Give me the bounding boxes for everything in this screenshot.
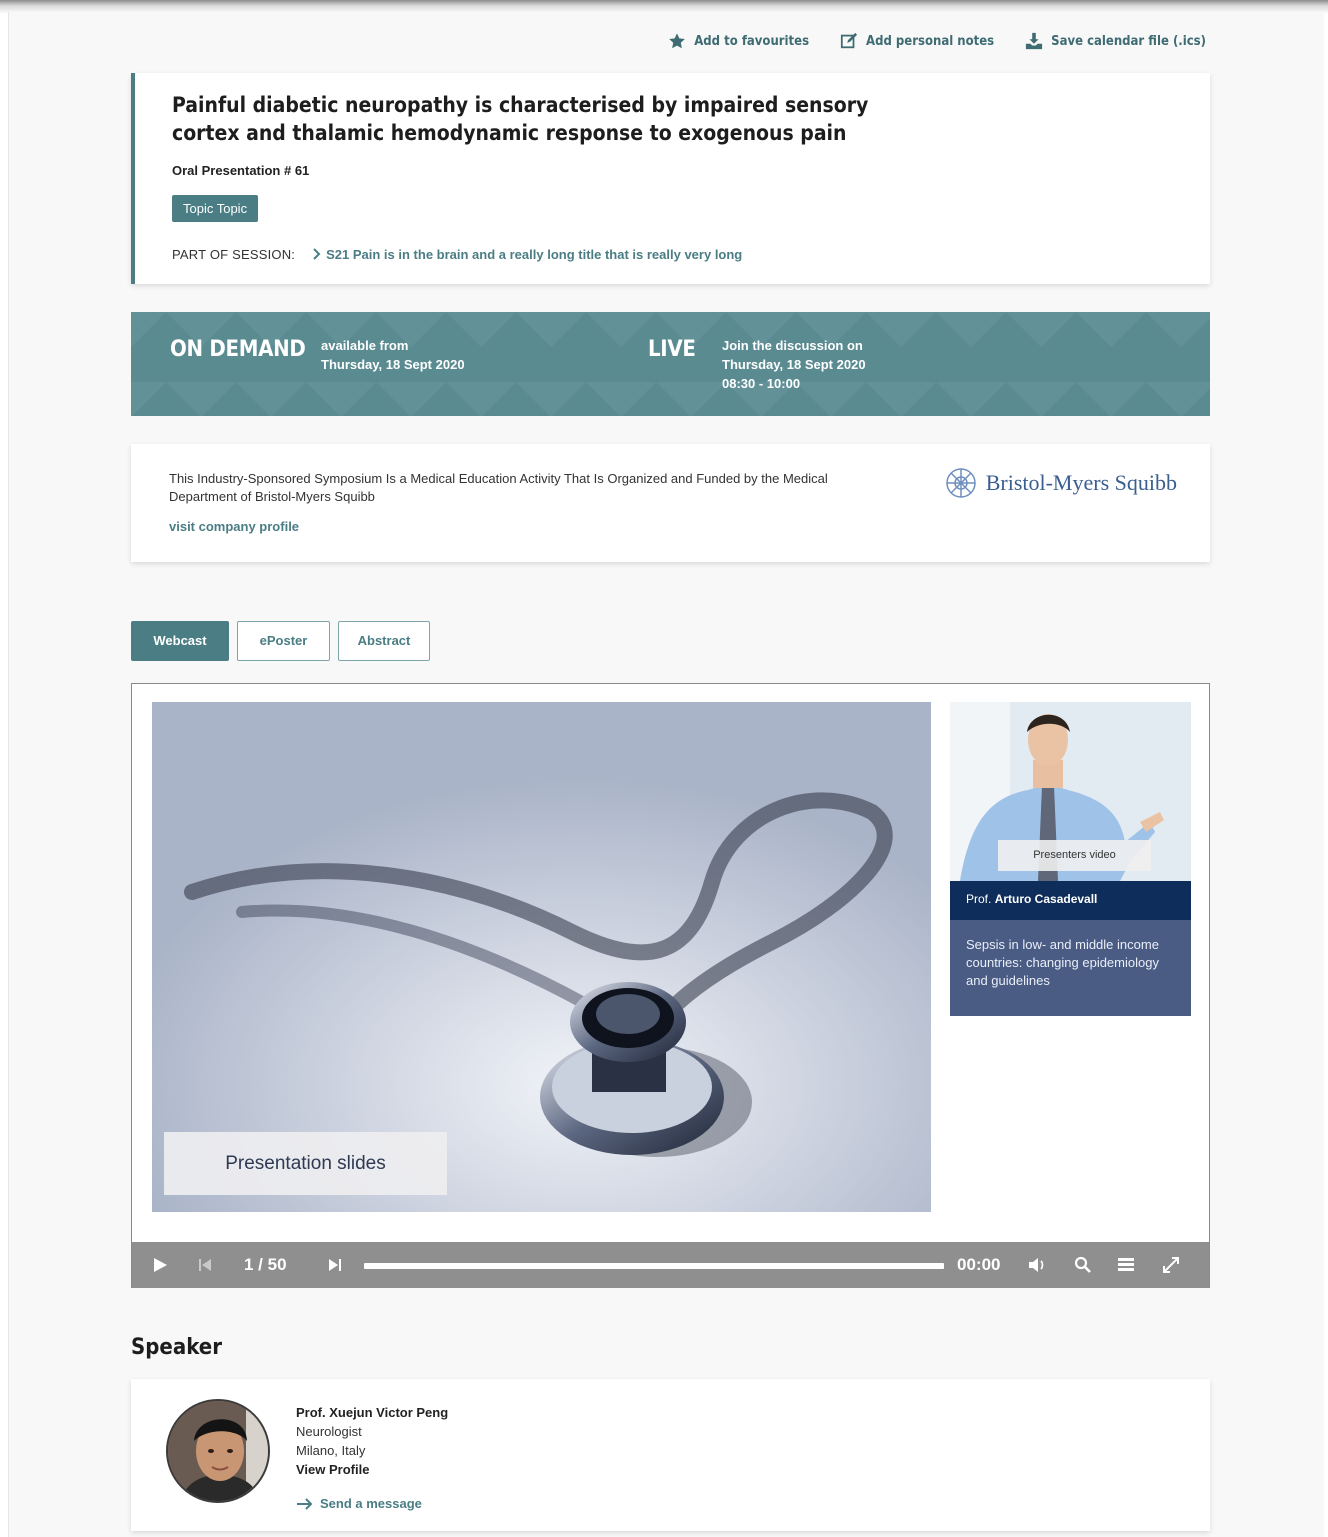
presentation-title: Painful diabetic neuropathy is character… bbox=[172, 93, 869, 145]
topic-badge[interactable]: Topic Topic bbox=[172, 195, 259, 222]
presenters-video-label: Presenters video bbox=[998, 840, 1151, 871]
view-profile-link[interactable]: View Profile bbox=[296, 1460, 448, 1479]
add-to-favourites-label: Add to favourites bbox=[694, 33, 810, 49]
tab-webcast[interactable]: Webcast bbox=[131, 621, 229, 661]
tab-abstract[interactable]: Abstract bbox=[338, 621, 430, 661]
live-time: 08:30 - 10:00 bbox=[722, 376, 801, 391]
send-message-label: Send a message bbox=[320, 1496, 422, 1511]
sponsor-logo: Bristol-Myers Squibb bbox=[944, 466, 1177, 500]
save-calendar-button[interactable]: Save calendar file (.ics) bbox=[1025, 32, 1206, 50]
search-icon[interactable] bbox=[1074, 1256, 1092, 1274]
presenter-name: Arturo Casadevall bbox=[994, 892, 1098, 906]
speaker-info: Prof. Xuejun Victor Peng Neurologist Mil… bbox=[296, 1403, 448, 1479]
presentation-slide-area[interactable]: Presentation slides bbox=[152, 702, 931, 1212]
progress-bar[interactable] bbox=[364, 1263, 944, 1269]
slide-list-icon[interactable] bbox=[1117, 1257, 1135, 1273]
session-label: PART OF SESSION: bbox=[172, 247, 296, 262]
add-personal-notes-label: Add personal notes bbox=[866, 33, 995, 49]
on-demand-date: Thursday, 18 Sept 2020 bbox=[321, 357, 465, 372]
session-link[interactable]: S21 Pain is in the brain and a really lo… bbox=[312, 247, 742, 262]
session-row: PART OF SESSION: S21 Pain is in the brai… bbox=[172, 247, 742, 262]
speaker-name[interactable]: Prof. Xuejun Victor Peng bbox=[296, 1403, 448, 1422]
on-demand-heading: ON DEMAND bbox=[170, 337, 306, 362]
live-line-1: Join the discussion on bbox=[722, 338, 863, 353]
speaker-card: Prof. Xuejun Victor Peng Neurologist Mil… bbox=[131, 1379, 1210, 1531]
chevron-right-icon bbox=[313, 248, 321, 260]
edit-note-icon bbox=[840, 32, 858, 49]
fullscreen-icon[interactable] bbox=[1162, 1256, 1180, 1274]
volume-icon[interactable] bbox=[1028, 1258, 1046, 1272]
player-controls: 1 / 50 00:00 bbox=[132, 1242, 1209, 1288]
webcast-player: Presentation slides Presenters video Pro… bbox=[131, 683, 1210, 1288]
speaker-heading: Speaker bbox=[131, 1335, 222, 1360]
add-personal-notes-button[interactable]: Add personal notes bbox=[840, 32, 994, 50]
speaker-avatar bbox=[166, 1399, 270, 1503]
live-details: Join the discussion on Thursday, 18 Sept… bbox=[722, 336, 866, 393]
on-demand-details: available from Thursday, 18 Sept 2020 bbox=[321, 336, 465, 374]
presenter-honorific: Prof. bbox=[966, 892, 992, 906]
speaker-photo bbox=[168, 1401, 268, 1501]
sponsor-logo-name: Bristol-Myers Squibb bbox=[985, 470, 1177, 495]
star-icon bbox=[669, 33, 686, 49]
presentation-header-card: Painful diabetic neuropathy is character… bbox=[131, 73, 1210, 284]
tab-eposter[interactable]: ePoster bbox=[237, 621, 330, 661]
save-calendar-label: Save calendar file (.ics) bbox=[1051, 33, 1206, 49]
presenter-talk-title: Sepsis in low- and middle income countri… bbox=[950, 920, 1191, 1016]
add-to-favourites-button[interactable]: Add to favourites bbox=[668, 32, 809, 50]
send-message-link[interactable]: Send a message bbox=[296, 1496, 422, 1511]
speaker-role: Neurologist bbox=[296, 1424, 362, 1439]
on-demand-line-1: available from bbox=[321, 338, 409, 353]
session-link-text: S21 Pain is in the brain and a really lo… bbox=[326, 247, 743, 262]
page-counter: 1 / 50 bbox=[244, 1255, 287, 1274]
action-bar: Add to favourites Add personal notes Sav… bbox=[668, 32, 1206, 50]
presentation-slides-label: Presentation slides bbox=[164, 1132, 447, 1195]
time-display: 00:00 bbox=[957, 1255, 1001, 1274]
availability-banner: ON DEMAND available from Thursday, 18 Se… bbox=[131, 312, 1210, 416]
arrow-right-icon bbox=[297, 1497, 313, 1510]
presenter-video[interactable]: Presenters video bbox=[950, 702, 1191, 881]
presentation-type: Oral Presentation # 61 bbox=[172, 163, 310, 178]
live-date: Thursday, 18 Sept 2020 bbox=[722, 357, 866, 372]
presenter-name-bar: Prof. Arturo Casadevall bbox=[950, 881, 1191, 920]
previous-slide-icon[interactable] bbox=[198, 1258, 212, 1272]
sponsor-text: This Industry-Sponsored Symposium Is a M… bbox=[169, 471, 828, 504]
speaker-location: Milano, Italy bbox=[296, 1443, 366, 1458]
live-heading: LIVE bbox=[648, 337, 696, 362]
play-icon[interactable] bbox=[152, 1257, 168, 1273]
bms-logo-icon bbox=[945, 468, 976, 498]
next-slide-icon[interactable] bbox=[328, 1258, 342, 1272]
download-icon bbox=[1026, 32, 1043, 50]
presenter-panel: Presenters video Prof. Arturo Casadevall… bbox=[950, 702, 1191, 1016]
sponsor-card: This Industry-Sponsored Symposium Is a M… bbox=[131, 444, 1210, 562]
company-profile-link[interactable]: visit company profile bbox=[169, 519, 299, 534]
